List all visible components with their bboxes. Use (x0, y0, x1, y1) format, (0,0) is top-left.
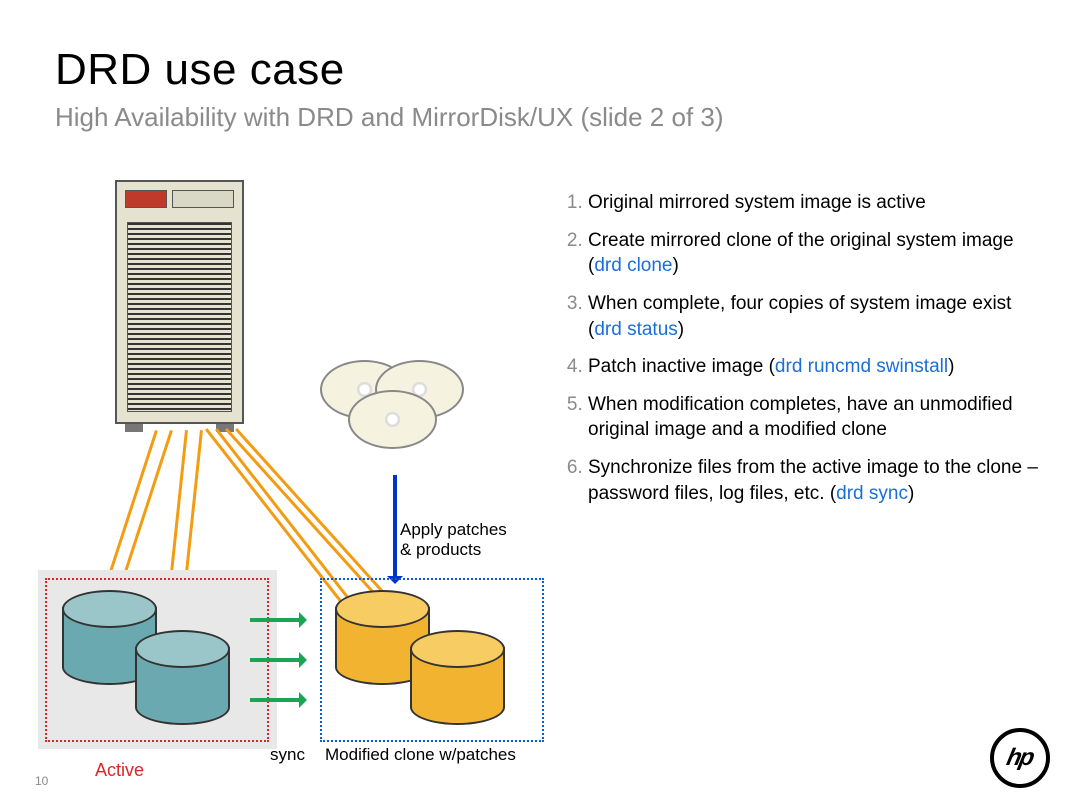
sync-label: sync (270, 745, 305, 765)
clone-label: Modified clone w/patches (325, 745, 516, 765)
hp-logo-icon: hp (990, 728, 1050, 788)
list-item: When modification completes, have an unm… (588, 392, 1040, 443)
sync-arrow (250, 658, 303, 662)
steps-list: Original mirrored system image is active… (560, 190, 1040, 518)
active-label: Active (95, 760, 144, 781)
apply-patches-label: Apply patches & products (400, 520, 507, 560)
sync-arrow (250, 618, 303, 622)
apply-arrow (393, 475, 397, 580)
command-text: drd clone (594, 255, 672, 276)
page-number: 10 (35, 774, 48, 788)
list-item: When complete, four copies of system ima… (588, 291, 1040, 342)
slide-title: DRD use case (55, 45, 345, 95)
disk-active-icon (135, 630, 230, 725)
list-item: Synchronize files from the active image … (588, 455, 1040, 506)
patch-discs-icon (320, 360, 480, 470)
command-text: drd status (594, 319, 677, 340)
command-text: drd runcmd swinstall (775, 356, 948, 377)
disk-clone-icon (410, 630, 505, 725)
command-text: drd sync (836, 483, 908, 504)
list-item: Original mirrored system image is active (588, 190, 1040, 216)
sync-arrow (250, 698, 303, 702)
slide-subtitle: High Availability with DRD and MirrorDis… (55, 102, 724, 133)
list-item: Patch inactive image (drd runcmd swinsta… (588, 354, 1040, 380)
list-item: Create mirrored clone of the original sy… (588, 228, 1040, 279)
server-icon (115, 180, 244, 424)
